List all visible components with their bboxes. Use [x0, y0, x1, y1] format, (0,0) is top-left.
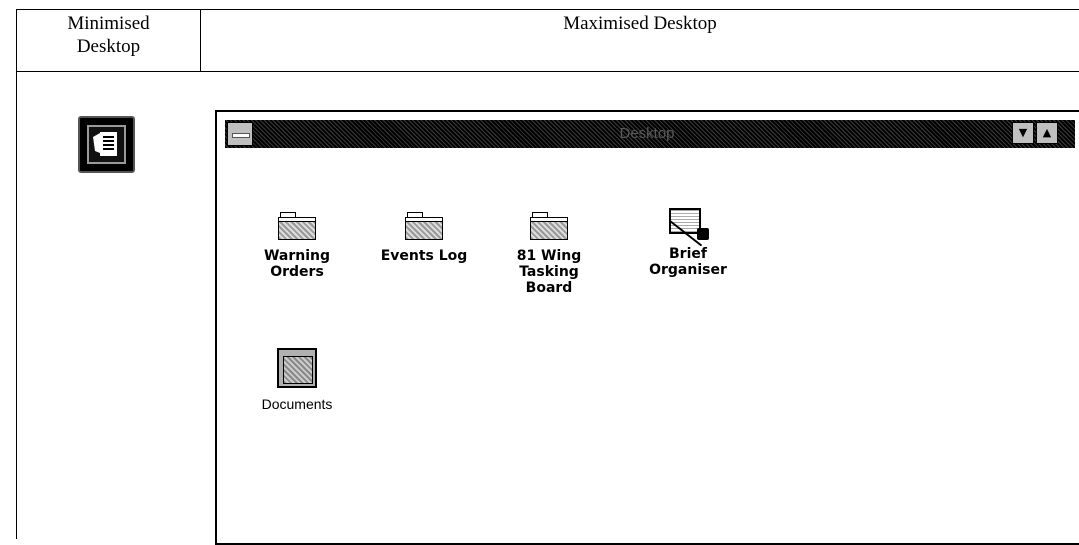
minimised-desktop-icon[interactable]: [78, 116, 135, 173]
desktop-window: Desktop ▼ ▲ Warning Orders Events Log 81…: [215, 110, 1079, 545]
window-title: Desktop: [619, 125, 675, 142]
warning-orders-icon[interactable]: Warning Orders: [254, 212, 340, 280]
documents-icon[interactable]: Documents: [254, 348, 340, 412]
header-line-1: Minimised: [67, 13, 150, 34]
minimised-desktop-header: Minimised Desktop: [17, 12, 200, 58]
81-wing-tasking-board-icon[interactable]: 81 Wing Tasking Board: [509, 212, 589, 296]
icon-label-line: Warning: [263, 248, 331, 264]
icon-label-line: 81 Wing: [516, 248, 582, 264]
icon-label-line: Orders: [270, 264, 324, 280]
document-icon: [93, 132, 117, 156]
folder-icon: [278, 212, 316, 240]
icon-label-line: Brief: [669, 246, 707, 262]
system-menu-button[interactable]: [227, 122, 253, 146]
maximised-desktop-header: Maximised Desktop: [563, 13, 717, 34]
folder-icon: [405, 212, 443, 240]
documents-folder-icon: [277, 348, 317, 388]
brief-organiser-image-icon: [667, 206, 709, 247]
maximize-button[interactable]: ▲: [1036, 122, 1058, 144]
icon-label-line: Board: [525, 280, 573, 296]
icon-label-line: Tasking: [519, 264, 579, 280]
minimize-button[interactable]: ▼: [1012, 122, 1034, 144]
table-header-divider: [16, 71, 1079, 72]
header-line-2: Desktop: [76, 36, 141, 57]
icon-label-line: Documents: [261, 396, 333, 412]
folder-icon: [530, 212, 568, 240]
events-log-icon[interactable]: Events Log: [373, 212, 475, 264]
brief-organiser-icon[interactable]: Brief Organiser: [640, 206, 736, 278]
icon-label-line: Organiser: [649, 262, 727, 278]
icon-label-line: Events Log: [380, 248, 468, 264]
